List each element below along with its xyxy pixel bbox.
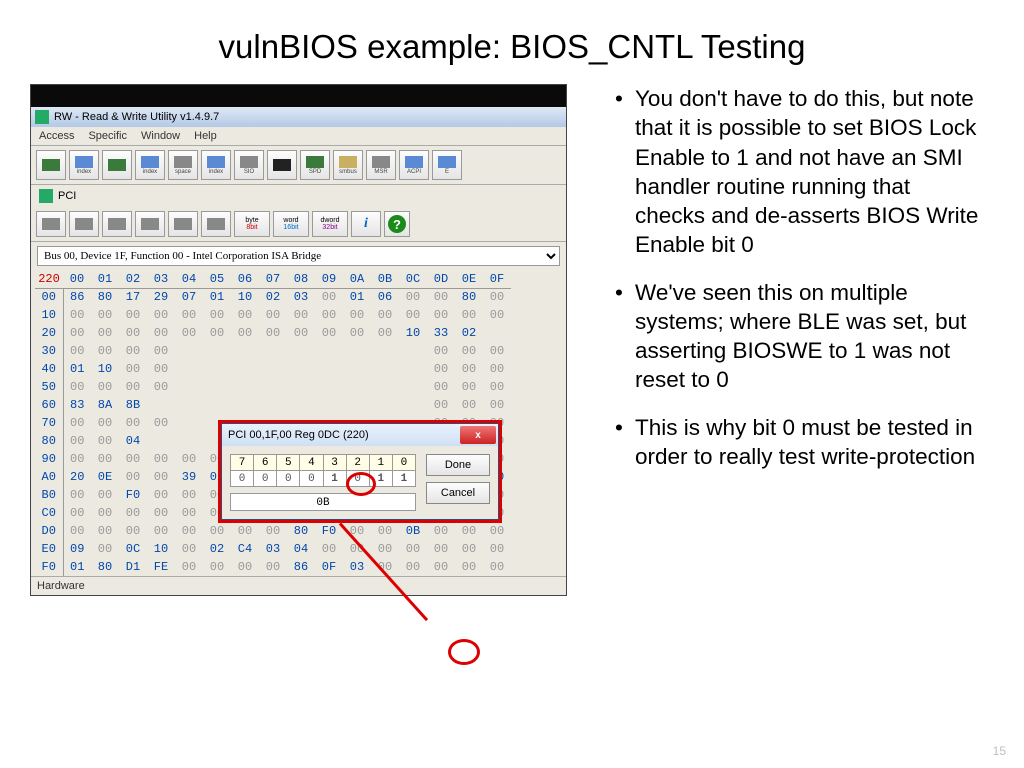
window-titlebar: RW - Read & Write Utility v1.4.9.7 (31, 107, 566, 127)
close-icon[interactable]: x (460, 426, 496, 444)
toolbar-button[interactable] (267, 150, 297, 180)
pci-panel-label: PCI (31, 185, 566, 207)
pci-tool-button[interactable] (102, 211, 132, 237)
width-button[interactable]: word16bit (273, 211, 309, 237)
menu-access[interactable]: Access (39, 130, 74, 142)
pci-tool-button[interactable] (201, 211, 231, 237)
pci-label-text: PCI (58, 190, 76, 202)
dialog-titlebar: PCI 00,1F,00 Reg 0DC (220) x (222, 424, 498, 446)
toolbar-button[interactable]: E (432, 150, 462, 180)
info-button[interactable]: i (351, 211, 381, 237)
app-icon (35, 110, 49, 124)
bullet-1: You don't have to do this, but note that… (615, 84, 984, 260)
toolbar-button[interactable] (102, 150, 132, 180)
toolbar-button[interactable]: ACPI (399, 150, 429, 180)
bit-editor-dialog: PCI 00,1F,00 Reg 0DC (220) x 76543210000… (221, 423, 499, 520)
device-selector[interactable]: Bus 00, Device 1F, Function 00 - Intel C… (37, 246, 560, 266)
device-dropdown[interactable]: Bus 00, Device 1F, Function 00 - Intel C… (37, 246, 560, 266)
toolbar-button[interactable]: SIO (234, 150, 264, 180)
help-icon[interactable]: ? (384, 211, 410, 237)
menu-bar: Access Specific Window Help (31, 127, 566, 146)
menu-help[interactable]: Help (194, 130, 217, 142)
pci-tool-button[interactable] (168, 211, 198, 237)
width-button[interactable]: byte8bit (234, 211, 270, 237)
bullet-3: This is why bit 0 must be tested in orde… (615, 413, 984, 472)
cell-circle-annotation (448, 639, 480, 665)
done-button[interactable]: Done (426, 454, 490, 476)
page-number: 15 (993, 744, 1006, 758)
toolbar-button[interactable]: index (201, 150, 231, 180)
hex-value-field[interactable]: 0B (230, 493, 416, 511)
bit-table: 7654321000001011 (230, 454, 416, 487)
cancel-button[interactable]: Cancel (426, 482, 490, 504)
slide-title: vulnBIOS example: BIOS_CNTL Testing (0, 0, 1024, 84)
pci-tool-button[interactable] (36, 211, 66, 237)
status-bar: Hardware (31, 576, 566, 595)
pci-tool-button[interactable] (69, 211, 99, 237)
toolbar-button[interactable]: space (168, 150, 198, 180)
pci-tool-button[interactable] (135, 211, 165, 237)
pci-toolbar: byte8bitword16bitdword32biti? (31, 207, 566, 242)
main-toolbar: indexindexspaceindexSIOSPDsmbusMSRACPIE (31, 146, 566, 185)
bullet-list: You don't have to do this, but note that… (597, 84, 984, 471)
toolbar-button[interactable]: index (135, 150, 165, 180)
toolbar-button[interactable]: smbus (333, 150, 363, 180)
top-dark-strip (31, 85, 566, 107)
bullet-2: We've seen this on multiple systems; whe… (615, 278, 984, 395)
menu-window[interactable]: Window (141, 130, 180, 142)
window-title: RW - Read & Write Utility v1.4.9.7 (54, 111, 219, 123)
toolbar-button[interactable]: SPD (300, 150, 330, 180)
bit-dialog-highlight: PCI 00,1F,00 Reg 0DC (220) x 76543210000… (218, 420, 502, 523)
pci-icon (39, 189, 53, 203)
dialog-title-text: PCI 00,1F,00 Reg 0DC (220) (228, 429, 369, 441)
toolbar-button[interactable]: MSR (366, 150, 396, 180)
menu-specific[interactable]: Specific (88, 130, 127, 142)
width-button[interactable]: dword32bit (312, 211, 348, 237)
toolbar-button[interactable] (36, 150, 66, 180)
toolbar-button[interactable]: index (69, 150, 99, 180)
